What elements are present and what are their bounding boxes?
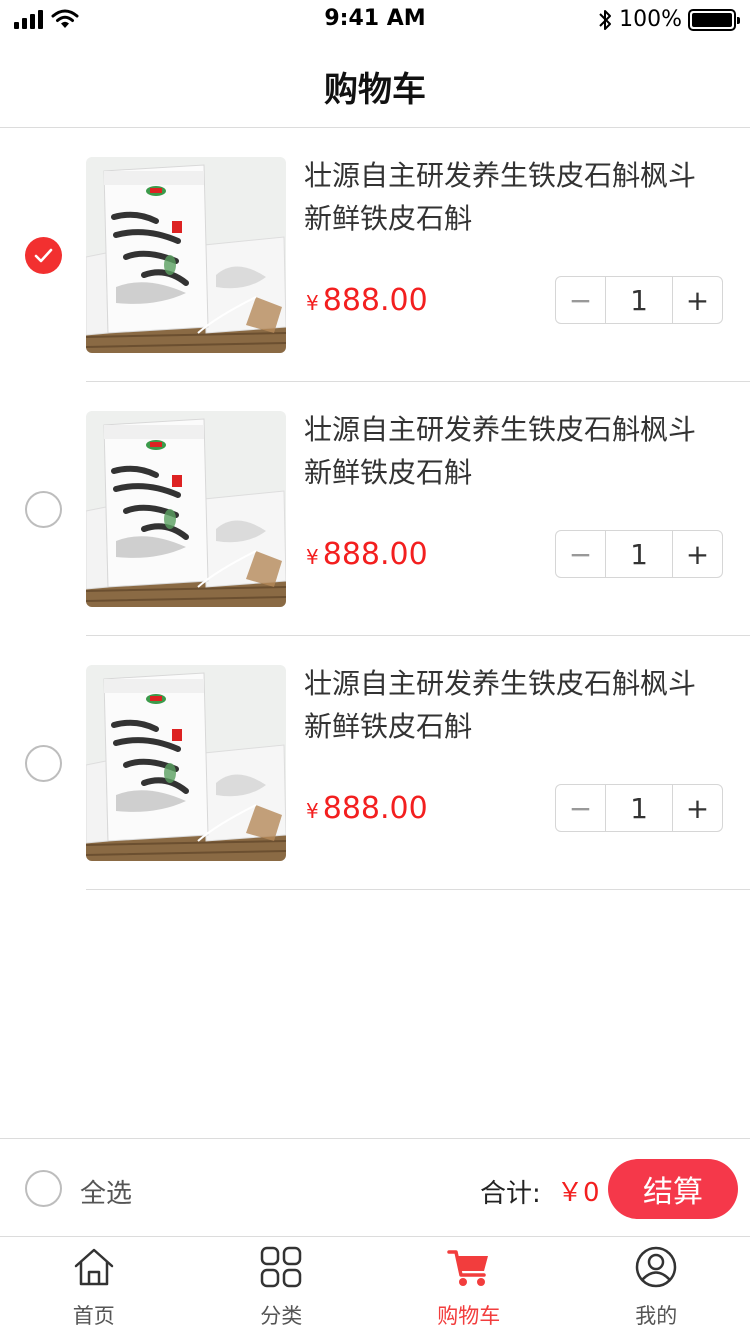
product-title[interactable]: 壮源自主研发养生铁皮石斛枫斗新鲜铁皮石斛 [304,408,714,494]
battery-fill [692,12,732,27]
category-grid-icon [261,1246,302,1288]
decrease-button[interactable]: − [556,277,605,323]
tab-label: 首页 [72,1304,115,1328]
quantity-value[interactable]: 1 [605,785,673,831]
product-title[interactable]: 壮源自主研发养生铁皮石斛枫斗新鲜铁皮石斛 [304,154,714,240]
tab-cart[interactable]: 购物车 [375,1237,563,1334]
quantity-stepper: − 1 + [555,276,723,324]
tab-label: 我的 [635,1304,678,1328]
home-icon [74,1248,113,1286]
status-right: 100% [597,7,740,32]
price-value: 888.00 [322,791,428,826]
product-price: ¥888.00 [306,791,428,826]
product-price: ¥888.00 [306,537,428,572]
select-all-checkbox[interactable] [25,1170,62,1207]
quantity-stepper: − 1 + [555,530,723,578]
item-checkbox[interactable] [25,237,62,274]
increase-button[interactable]: + [673,277,722,323]
decrease-button[interactable]: − [556,785,605,831]
page-title: 购物车 [324,70,426,110]
item-checkbox[interactable] [25,491,62,528]
product-image[interactable] [86,665,286,861]
currency-symbol: ¥ [306,799,319,823]
quantity-stepper: − 1 + [555,784,723,832]
product-title[interactable]: 壮源自主研发养生铁皮石斛枫斗新鲜铁皮石斛 [304,662,714,748]
increase-button[interactable]: + [673,531,722,577]
quantity-value[interactable]: 1 [605,531,673,577]
checkout-bar: 全选 合计: ￥0 结算 [0,1138,750,1236]
tab-profile[interactable]: 我的 [563,1237,750,1334]
product-image[interactable] [86,157,286,353]
quantity-value[interactable]: 1 [605,277,673,323]
price-value: 888.00 [322,537,428,572]
tab-label: 购物车 [437,1304,501,1328]
currency-symbol: ¥ [306,291,319,315]
battery-icon [688,8,740,31]
tab-label: 分类 [260,1304,303,1328]
tab-home[interactable]: 首页 [0,1237,188,1334]
product-price: ¥888.00 [306,283,428,318]
cart-item: 壮源自主研发养生铁皮石斛枫斗新鲜铁皮石斛 ¥888.00 − 1 + [0,128,750,382]
decrease-button[interactable]: − [556,531,605,577]
battery-percent: 100% [619,7,682,32]
select-all-label[interactable]: 全选 [80,1173,132,1210]
checkout-button[interactable]: 结算 [608,1159,738,1219]
cart-item: 壮源自主研发养生铁皮石斛枫斗新鲜铁皮石斛 ¥888.00 − 1 + [0,636,750,890]
nav-bar: 购物车 [0,40,750,128]
cart-item: 壮源自主研发养生铁皮石斛枫斗新鲜铁皮石斛 ¥888.00 − 1 + [0,382,750,636]
tab-bar: 首页 分类 购物车 我的 [0,1236,750,1334]
cart-icon [447,1250,488,1286]
total-label: 合计: [480,1179,541,1209]
total-value: ￥0 [557,1178,600,1208]
status-bar: 9:41 AM 100% [0,0,750,40]
user-icon [636,1246,677,1288]
item-checkbox[interactable] [25,745,62,782]
currency-symbol: ¥ [306,545,319,569]
increase-button[interactable]: + [673,785,722,831]
tab-category[interactable]: 分类 [188,1237,376,1334]
product-image[interactable] [86,411,286,607]
divider [86,889,750,890]
price-value: 888.00 [322,283,428,318]
bluetooth-icon [599,9,612,30]
